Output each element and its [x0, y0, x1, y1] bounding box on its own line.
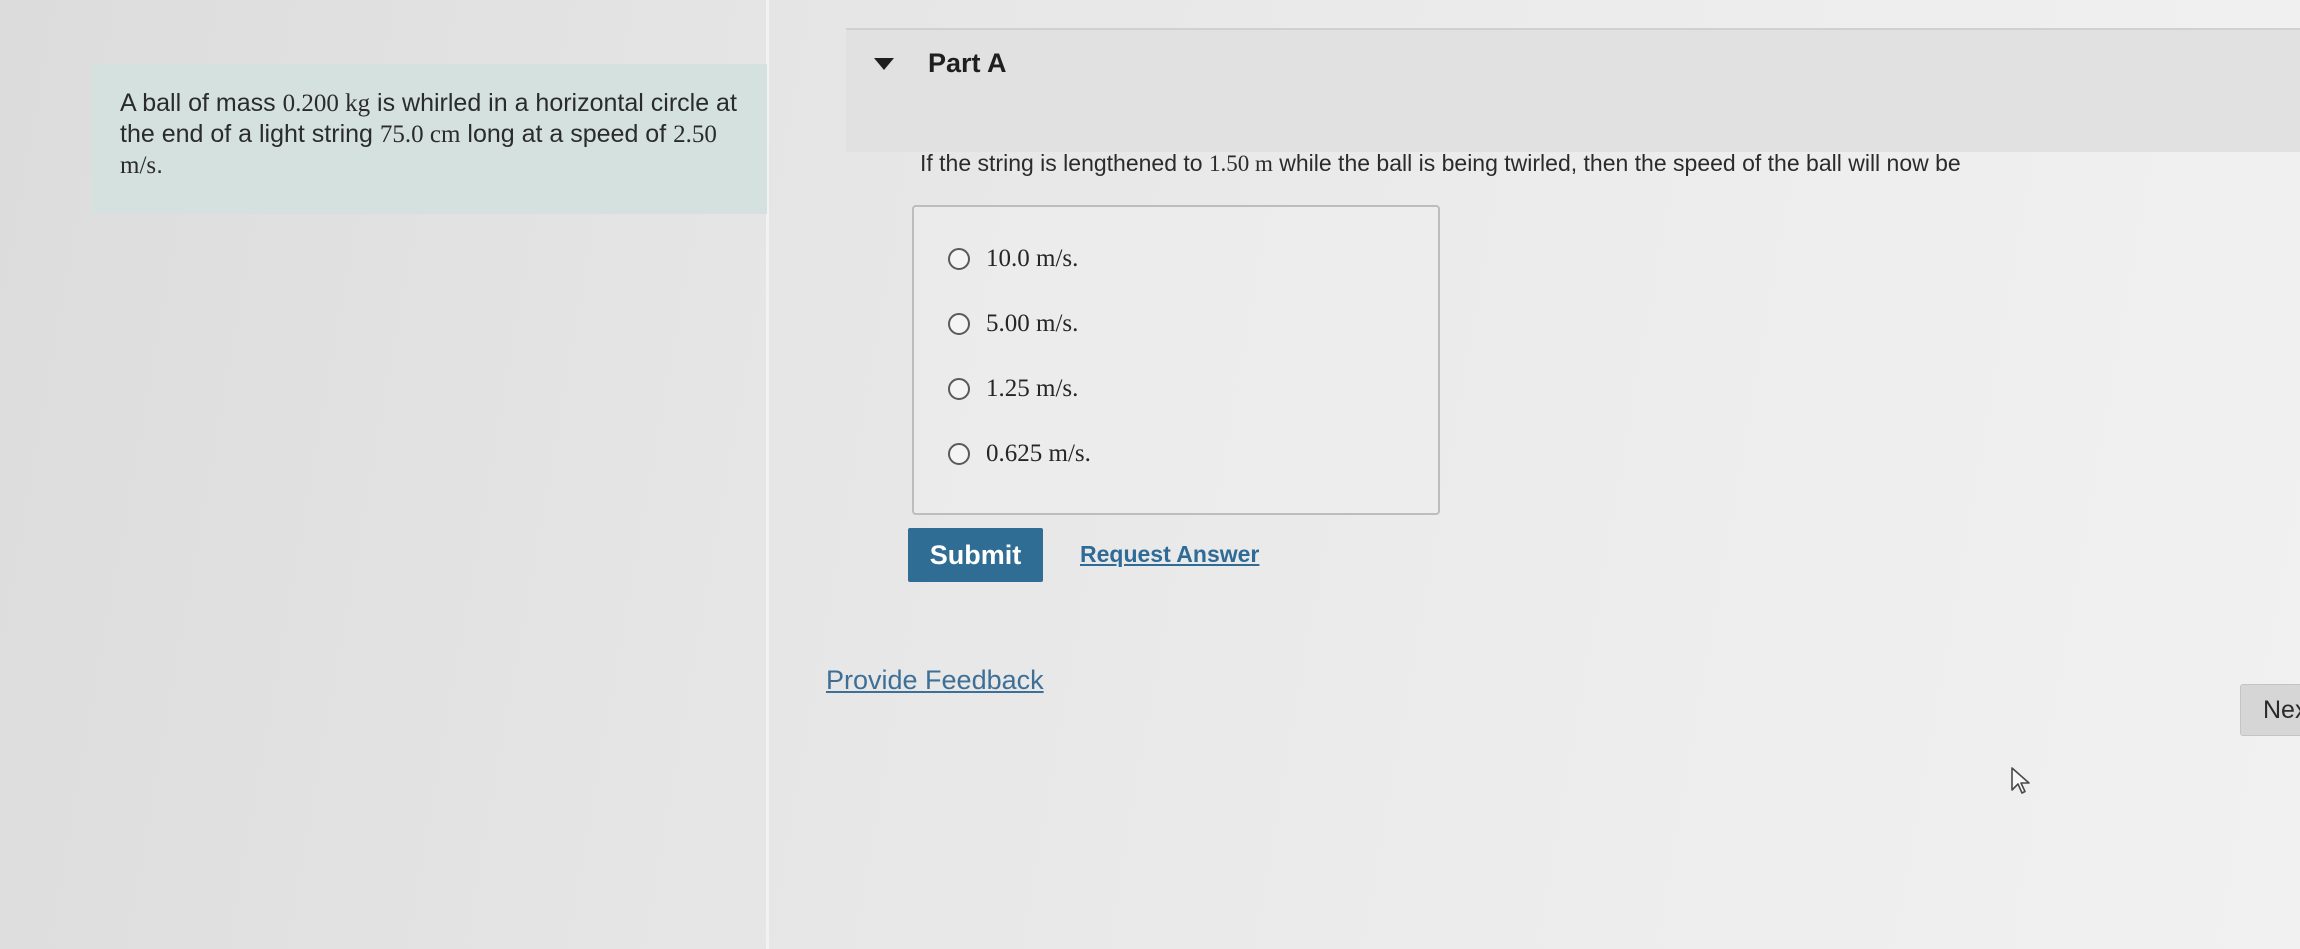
- request-answer-link[interactable]: Request Answer: [1080, 541, 1259, 568]
- next-button[interactable]: Next: [2240, 684, 2300, 736]
- question-text-1: If the string is lengthened to: [920, 150, 1209, 176]
- problem-text-4: .: [156, 151, 164, 179]
- problem-mass: 0.200 kg: [282, 90, 371, 117]
- problem-text-3: long at a speed of: [460, 120, 674, 148]
- submit-button[interactable]: Submit: [908, 528, 1043, 582]
- radio-button[interactable]: [948, 248, 970, 270]
- caret-down-icon[interactable]: [874, 58, 894, 70]
- mouse-cursor-icon: [2011, 767, 2030, 794]
- option-label: 5.00 m/s.: [986, 310, 1079, 337]
- part-title: Part A: [928, 48, 1007, 78]
- provide-feedback-link[interactable]: Provide Feedback: [826, 665, 1044, 696]
- radio-button[interactable]: [948, 313, 970, 335]
- question-length: 1.50 m: [1208, 151, 1273, 176]
- problem-text-1: A ball of mass: [120, 89, 283, 117]
- part-a-header[interactable]: Part A: [846, 28, 2300, 152]
- option-4[interactable]: 0.625 m/s.: [948, 436, 1091, 472]
- option-label: 10.0 m/s.: [986, 245, 1079, 272]
- answer-options: 10.0 m/s. 5.00 m/s. 1.25 m/s. 0.625 m/s.: [912, 205, 1440, 515]
- radio-button[interactable]: [948, 443, 970, 465]
- option-3[interactable]: 1.25 m/s.: [948, 371, 1078, 407]
- question-text-2: while the ball is being twirled, then th…: [1272, 150, 1961, 176]
- option-label: 0.625 m/s.: [986, 440, 1091, 467]
- question-text: If the string is lengthened to 1.50 m wh…: [920, 150, 1961, 177]
- problem-length: 75.0 cm: [379, 121, 461, 148]
- radio-button[interactable]: [948, 378, 970, 400]
- option-1[interactable]: 10.0 m/s.: [948, 241, 1078, 277]
- option-label: 1.25 m/s.: [986, 375, 1079, 402]
- option-2[interactable]: 5.00 m/s.: [948, 306, 1078, 342]
- page: A ball of mass 0.200 kg is whirled in a …: [0, 0, 2300, 949]
- problem-statement: A ball of mass 0.200 kg is whirled in a …: [92, 64, 767, 214]
- next-label: Next: [2263, 695, 2300, 724]
